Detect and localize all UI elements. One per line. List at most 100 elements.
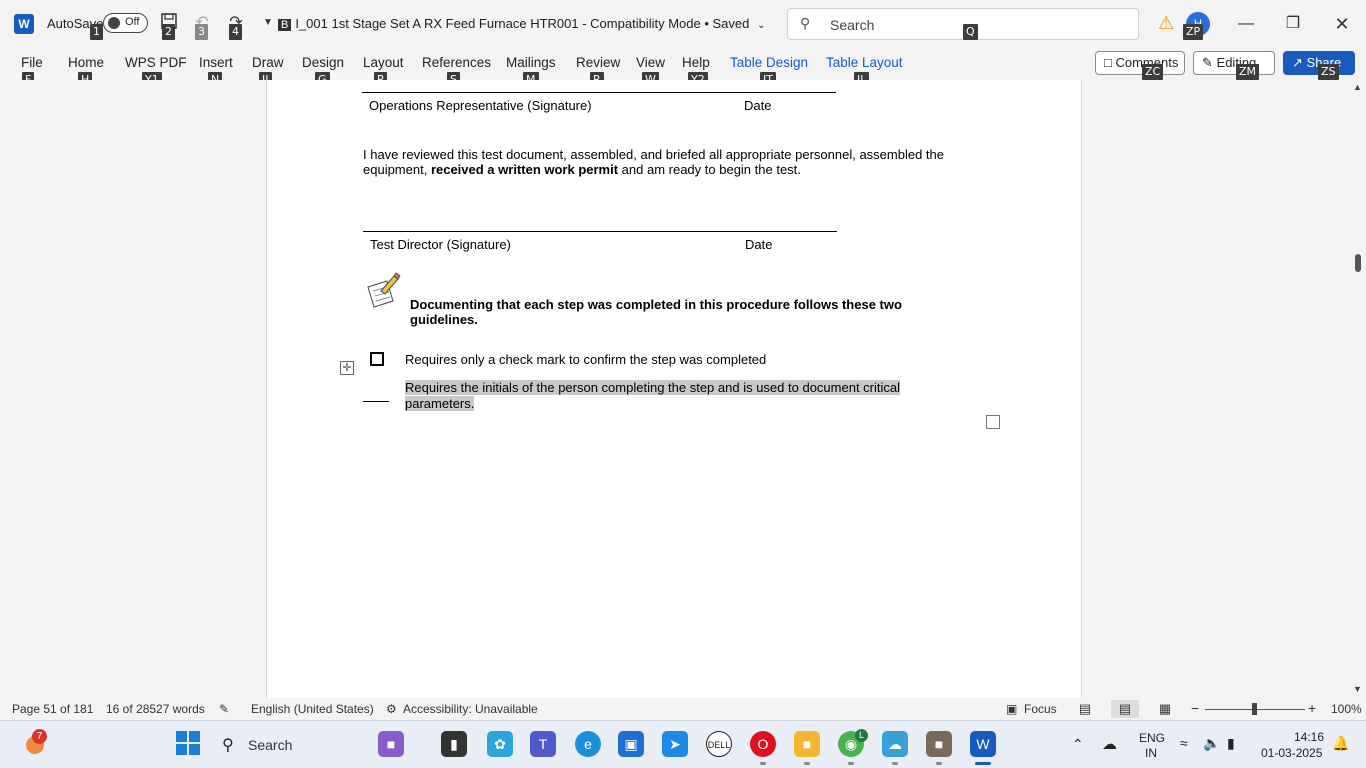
chevron-up-icon[interactable]: ⌃ — [1072, 736, 1084, 753]
tab-file[interactable]: File — [21, 55, 43, 70]
tab-view[interactable]: View — [636, 55, 665, 70]
meeting-app-icon[interactable]: ■ — [378, 731, 404, 757]
language-indicator-line1[interactable]: ENG — [1139, 731, 1165, 745]
tab-layout[interactable]: Layout — [363, 55, 404, 70]
web-layout-icon[interactable]: ▦ — [1156, 700, 1174, 718]
review-paragraph: I have reviewed this test document, asse… — [363, 147, 968, 177]
comment-icon: □ — [1104, 55, 1112, 70]
document-page[interactable]: Operations Representative (Signature) Da… — [266, 80, 1082, 698]
focus-icon: ▣ — [1006, 702, 1018, 716]
comments-button[interactable]: □ Comments — [1095, 51, 1185, 75]
battery-icon[interactable]: ▮ — [1227, 735, 1235, 752]
tab-home[interactable]: Home — [68, 55, 104, 70]
copilot-icon[interactable]: ✿ — [487, 731, 513, 757]
read-mode-icon[interactable]: ▤ — [1076, 700, 1094, 718]
tab-references[interactable]: References — [422, 55, 491, 70]
running-indicator — [760, 762, 766, 765]
doc-badge: B — [278, 19, 292, 31]
teams-icon[interactable]: T — [530, 731, 556, 757]
tab-design[interactable]: Design — [302, 55, 344, 70]
language-status[interactable]: English (United States) — [251, 702, 374, 716]
active-app-indicator — [975, 762, 991, 765]
tab-table-design[interactable]: Table Design — [730, 55, 808, 70]
selected-text: Requires the initials of the person comp… — [405, 380, 900, 411]
dell-icon[interactable]: DELL — [706, 731, 732, 757]
tab-review[interactable]: Review — [576, 55, 620, 70]
photos-icon[interactable]: ☁ — [882, 731, 908, 757]
clock-time[interactable]: 14:16 — [1294, 730, 1324, 744]
running-indicator — [892, 762, 898, 765]
edge-icon[interactable]: e — [575, 731, 601, 757]
taskbar: 7 ⚲ Search ■ ▮ ✿ T e ▣ ➤ DELL O ■ ◉ L ☁ … — [0, 720, 1366, 768]
initials-guideline-text: Requires the initials of the person comp… — [405, 380, 925, 412]
scrollbar-thumb[interactable] — [1355, 254, 1361, 272]
language-indicator-line2: IN — [1145, 746, 1157, 760]
document-title[interactable]: B I_001 1st Stage Set A RX Feed Furnace H… — [278, 16, 765, 31]
taskbar-search-label: Search — [248, 737, 293, 753]
vertical-scrollbar[interactable]: ▲ ▼ — [1350, 80, 1366, 698]
onedrive-icon[interactable]: ☁ — [1102, 735, 1117, 753]
keytip-comments: ZC — [1142, 64, 1164, 80]
word-app-icon: W — [14, 14, 34, 34]
zoom-slider-thumb[interactable] — [1252, 703, 1257, 715]
editing-mode-button[interactable]: ✎ Editing — [1193, 51, 1275, 75]
zoom-level[interactable]: 100% — [1331, 702, 1362, 716]
minimize-icon[interactable]: — — [1234, 12, 1258, 36]
running-indicator — [936, 762, 942, 765]
notification-icon[interactable]: 🔔 — [1332, 735, 1349, 752]
guidelines-heading: Documenting that each step was completed… — [410, 297, 902, 327]
opera-icon[interactable]: O — [750, 731, 776, 757]
arrow-app-icon[interactable]: ➤ — [662, 731, 688, 757]
autosave-toggle[interactable]: Off — [103, 13, 148, 33]
print-layout-icon[interactable]: ▤ — [1111, 700, 1139, 718]
wifi-icon[interactable]: ≈ — [1180, 735, 1188, 751]
title-bar: W AutoSave 1 Off 2 ↶ 3 ↷ 4 ▼ B I_001 1st … — [0, 0, 1366, 48]
search-icon: ⚲ — [800, 15, 811, 31]
tab-mailings[interactable]: Mailings — [506, 55, 556, 70]
customize-qat-icon[interactable]: ▼ — [258, 13, 278, 33]
tab-insert[interactable]: Insert — [199, 55, 233, 70]
ops-rep-signature-label: Operations Representative (Signature) — [369, 98, 592, 113]
toggle-knob — [108, 17, 120, 29]
tab-help[interactable]: Help — [682, 55, 710, 70]
start-windows-icon[interactable] — [175, 731, 201, 757]
checkbox-symbol — [370, 352, 384, 366]
accessibility-status[interactable]: Accessibility: Unavailable — [403, 702, 538, 716]
keytip-undo: 3 — [195, 24, 208, 40]
tab-wps-pdf[interactable]: WPS PDF — [125, 55, 187, 70]
scroll-up-icon[interactable]: ▲ — [1353, 82, 1362, 92]
table-resize-handle[interactable] — [986, 415, 1000, 429]
keytip-autosave: 1 — [90, 24, 103, 40]
signature-line — [363, 231, 837, 232]
file-explorer-icon[interactable]: ■ — [794, 731, 820, 757]
tab-draw[interactable]: Draw — [252, 55, 284, 70]
word-taskbar-icon[interactable]: W — [970, 731, 996, 757]
chevron-down-icon: ⌄ — [756, 20, 766, 31]
restore-icon[interactable]: ❐ — [1281, 12, 1305, 36]
focus-button[interactable]: Focus — [1024, 702, 1057, 716]
store-icon[interactable]: ▣ — [618, 731, 644, 757]
keytip-redo: 4 — [229, 24, 242, 40]
pencil-icon: ✎ — [1202, 55, 1213, 70]
terminal-icon[interactable]: ▮ — [441, 731, 467, 757]
keytip-editing: ZM — [1236, 64, 1260, 80]
document-title-text: I_001 1st Stage Set A RX Feed Furnace HT… — [295, 16, 750, 31]
status-bar: Page 51 of 181 16 of 28527 words ✎ Engli… — [0, 698, 1366, 720]
scroll-down-icon[interactable]: ▼ — [1353, 684, 1362, 694]
page-count[interactable]: Page 51 of 181 — [12, 702, 93, 716]
taskbar-search[interactable]: ⚲ Search — [216, 729, 376, 761]
checkmark-guideline-text: Requires only a check mark to confirm th… — [405, 352, 767, 367]
app-icon[interactable]: ■ — [926, 731, 952, 757]
close-icon[interactable]: ✕ — [1330, 12, 1354, 36]
clock-date[interactable]: 01-03-2025 — [1261, 746, 1322, 760]
table-move-handle-icon[interactable]: ✛ — [340, 361, 354, 375]
search-icon: ⚲ — [222, 737, 234, 754]
keytip-share: ZS — [1318, 64, 1339, 80]
zoom-out-icon[interactable]: − — [1191, 700, 1199, 716]
tab-table-layout[interactable]: Table Layout — [826, 55, 903, 70]
proofing-icon[interactable]: ✎ — [219, 702, 229, 716]
zoom-in-icon[interactable]: + — [1308, 700, 1316, 716]
word-count[interactable]: 16 of 28527 words — [106, 702, 205, 716]
volume-icon[interactable]: 🔈 — [1203, 735, 1220, 752]
warning-icon[interactable]: ⚠ — [1158, 13, 1178, 33]
